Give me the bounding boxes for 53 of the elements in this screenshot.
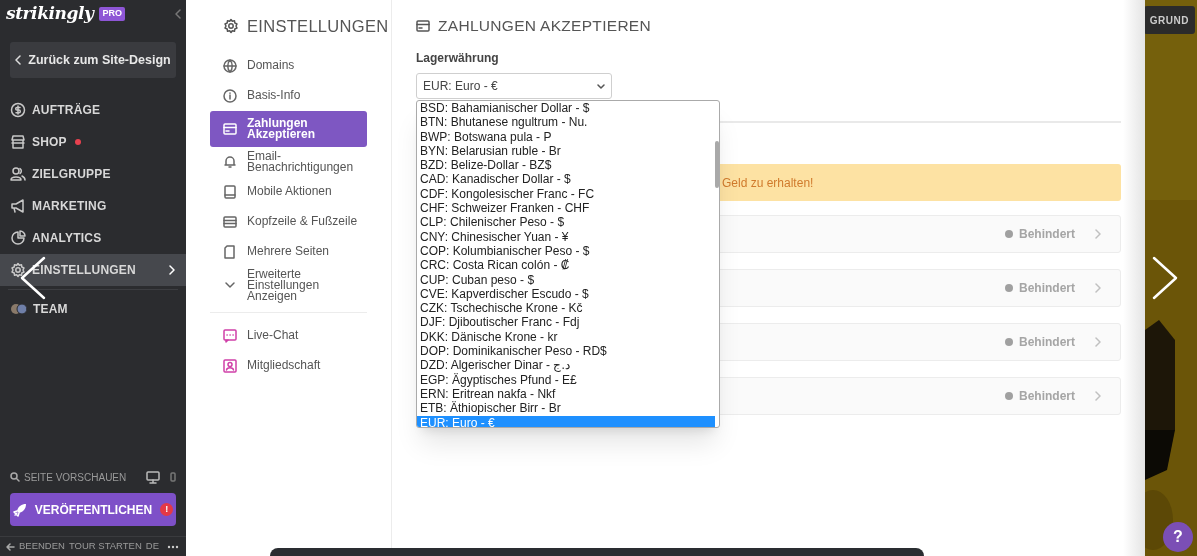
preview-link[interactable]: SEITE VORSCHAUEN [24,469,127,485]
section-title: EINSTELLUNGEN [247,16,389,37]
dropdown-option[interactable]: BZD: Belize-Dollar - BZ$ [417,158,715,173]
dropdown-option[interactable]: DOP: Dominikanischer Peso - RD$ [417,344,715,359]
dropdown-option[interactable]: ETB: Äthiopischer Birr - Br [417,401,715,416]
dropdown-option[interactable]: DKK: Dänische Krone - kr [417,329,715,345]
dropdown-option[interactable]: BYN: Belarusian ruble - Br [417,143,715,159]
nav-item[interactable]: MARKETING [0,190,186,222]
dropdown-option[interactable]: CUP: Cuban peso - $ [417,272,715,287]
logo: strikingly [6,2,94,26]
page-title: ZAHLUNGEN AKZEPTIEREN [438,16,651,37]
settings-nav-item[interactable]: Email-Benachrichtigungen [210,146,367,177]
dropdown-option[interactable]: CDF: Kongolesischer Franc - FC [417,186,715,202]
settings-nav-item[interactable]: Mehrere Seiten [210,236,367,267]
nav-item[interactable]: SHOP [0,126,186,158]
footer-link[interactable]: TOUR STARTEN [68,539,142,554]
settings-nav-item[interactable]: Mobile Aktionen [210,176,367,207]
nav-item[interactable]: AUFTRÄGE [0,94,186,126]
dropdown-option[interactable]: BTN: Bhutanese ngultrum - Nu. [417,115,715,130]
settings-nav-item[interactable]: Kopfzeile & Fußzeile [210,206,367,237]
notice-text: Geld zu erhalten! [722,174,814,192]
dropdown-option[interactable]: CLP: Chilenischer Peso - $ [417,215,715,230]
field-label: Lagerwährung [416,50,500,67]
status-label: Behindert [1019,334,1075,351]
dropdown-option[interactable]: DZD: Algerischer Dinar - د.ج [417,358,715,373]
settings-nav-item[interactable]: Domains [210,50,367,81]
nav-item[interactable]: EINSTELLUNGEN [0,254,186,286]
nav-item[interactable]: ZIELGRUPPE [0,158,186,190]
dropdown-option[interactable]: ERN: Eritrean nakfa - Nkf [417,386,715,402]
footer-link[interactable]: BEENDEN [19,539,65,554]
dropdown-option[interactable]: BSD: Bahamianischer Dollar - $ [417,101,715,116]
settings-nav-item[interactable]: Live-Chat [210,320,367,351]
nav-item[interactable]: ANALYTICS [0,222,186,254]
background-button[interactable]: GRUND [1145,6,1195,34]
footer-link[interactable]: DE [145,539,159,554]
back-button[interactable]: Zurück zum Site-Design [10,42,176,78]
dropdown-option[interactable]: CAD: Kanadischer Dollar - $ [417,172,715,187]
dropdown-option[interactable]: BWP: Botswana pula - P [417,129,715,144]
publish-button[interactable]: VERÖFFENTLICHEN ! [10,493,176,526]
nav-item[interactable]: TEAM [0,293,186,325]
dropdown-option[interactable]: CNY: Chinesischer Yuan - ¥ [417,229,715,244]
dropdown-option[interactable]: CHF: Schweizer Franken - CHF [417,201,715,216]
status-label: Behindert [1019,226,1075,243]
settings-nav-item[interactable]: Zahlungen Akzeptieren [210,110,367,147]
dropdown-option[interactable]: CVE: Kapverdischer Escudo - $ [417,286,715,302]
alert-badge: ! [160,503,174,516]
settings-nav-item[interactable]: Mitgliedschaft [210,350,367,381]
status-label: Behindert [1019,280,1075,297]
settings-nav-item[interactable]: Basis-Info [210,80,367,111]
currency-select[interactable]: EUR: Euro - € [416,73,612,99]
expand-toggle[interactable]: Erweiterte Einstellungen Anzeigen [210,266,367,304]
plan-badge: PRO [99,7,125,21]
status-label: Behindert [1019,388,1075,405]
